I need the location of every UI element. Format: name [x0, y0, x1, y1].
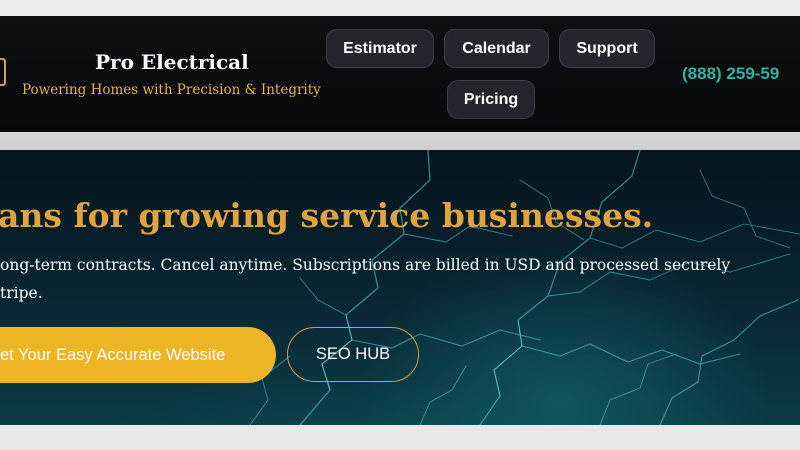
- nav-estimator-button[interactable]: Estimator: [326, 29, 434, 68]
- site-header: Pro Electrical Powering Homes with Preci…: [0, 16, 800, 132]
- logo-icon[interactable]: [0, 58, 6, 86]
- get-website-button[interactable]: et Your Easy Accurate Website: [0, 327, 276, 383]
- lightning-background: [249, 150, 800, 425]
- nav-calendar-button[interactable]: Calendar: [444, 29, 549, 68]
- phone-number-link[interactable]: (888) 259-59: [682, 64, 779, 84]
- section-divider: [0, 132, 800, 150]
- hero-description-line-1: ong-term contracts. Cancel anytime. Subs…: [0, 256, 731, 274]
- brand-name[interactable]: Pro Electrical: [95, 50, 249, 74]
- hero-title: ans for growing service businesses.: [0, 196, 654, 235]
- hero-description-line-2: tripe.: [0, 284, 43, 302]
- window-top-strip: [0, 0, 800, 16]
- brand-tagline: Powering Homes with Precision & Integrit…: [22, 82, 321, 98]
- nav-pricing-button[interactable]: Pricing: [447, 80, 535, 119]
- page-bottom-strip: [0, 425, 800, 450]
- hero-section: ans for growing service businesses. ong-…: [0, 150, 800, 425]
- seo-hub-button[interactable]: SEO HUB: [287, 327, 419, 382]
- nav-support-button[interactable]: Support: [559, 29, 655, 68]
